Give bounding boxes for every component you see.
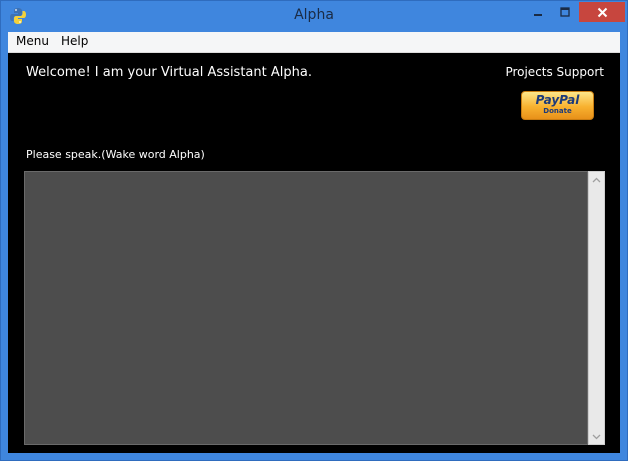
maximize-icon	[560, 7, 570, 17]
title-bar[interactable]: Alpha	[1, 1, 627, 32]
main-panel: Welcome! I am your Virtual Assistant Alp…	[8, 53, 620, 453]
paypal-logo-text: PayPal	[535, 93, 580, 107]
app-window: Alpha Menu Help Welcome! I am your Virtu…	[0, 0, 628, 461]
minimize-button[interactable]	[525, 2, 551, 22]
scroll-up-button[interactable]	[589, 172, 604, 187]
maximize-button[interactable]	[552, 2, 578, 22]
scroll-down-button[interactable]	[589, 429, 604, 444]
menu-item-help[interactable]: Help	[57, 34, 92, 48]
donate-label: Donate	[543, 107, 572, 115]
chevron-down-icon	[592, 434, 601, 439]
speak-prompt: Please speak.(Wake word Alpha)	[26, 148, 205, 161]
close-button[interactable]	[579, 2, 625, 22]
chevron-up-icon	[592, 177, 601, 182]
close-icon	[597, 7, 607, 17]
projects-support-label: Projects Support	[505, 65, 604, 79]
welcome-message: Welcome! I am your Virtual Assistant Alp…	[26, 65, 312, 80]
paypal-donate-button[interactable]: PayPal Donate	[521, 91, 594, 120]
vertical-scrollbar[interactable]	[588, 171, 605, 445]
menu-item-menu[interactable]: Menu	[12, 34, 53, 48]
menu-bar: Menu Help	[8, 32, 620, 53]
minimize-icon	[534, 14, 542, 16]
transcript-textarea[interactable]	[24, 171, 588, 445]
